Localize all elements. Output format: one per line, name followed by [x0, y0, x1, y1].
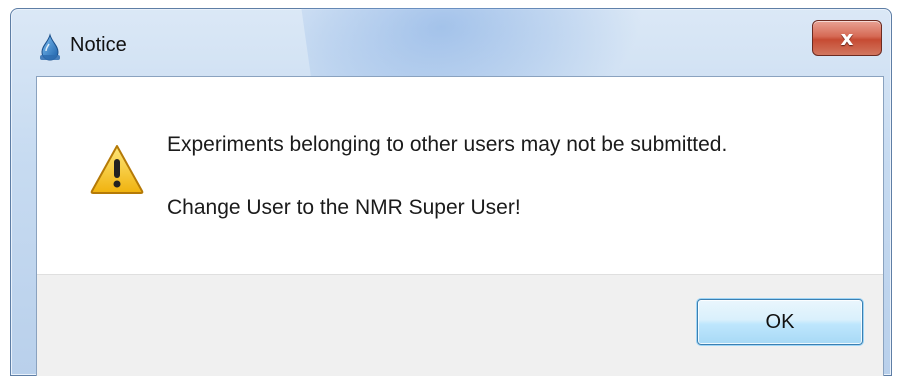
dialog-client-area: Experiments belonging to other users may…	[36, 76, 884, 376]
dialog-window: Notice x Experiments belonging to other …	[10, 8, 892, 376]
title-bar[interactable]: Notice x	[10, 8, 892, 72]
button-bar: OK	[37, 274, 883, 376]
message-area: Experiments belonging to other users may…	[37, 77, 883, 274]
close-button[interactable]: x	[812, 20, 882, 56]
warning-icon	[89, 143, 145, 195]
close-icon: x	[840, 26, 854, 50]
message-line-2: Change User to the NMR Super User!	[167, 196, 521, 219]
ok-button[interactable]: OK	[697, 299, 863, 345]
water-drop-icon	[38, 33, 62, 63]
window-title: Notice	[70, 34, 127, 56]
message-line-1: Experiments belonging to other users may…	[167, 133, 728, 156]
